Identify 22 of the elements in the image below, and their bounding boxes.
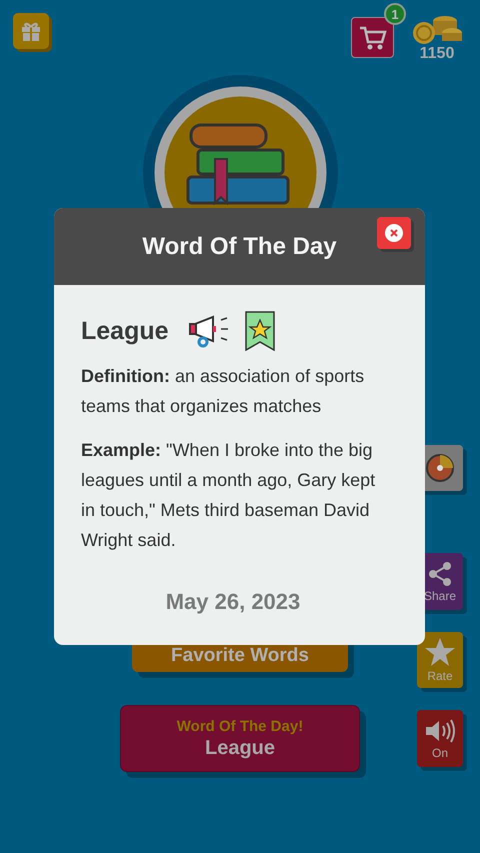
word-of-the-day-title: Word Of The Day! [176,718,304,734]
sound-button[interactable]: On [417,710,463,767]
word-title: League [81,316,169,346]
coins-icon [412,13,462,47]
cart-icon [358,24,386,50]
cart-badge: 1 [384,3,406,25]
megaphone-icon[interactable] [188,314,231,348]
close-button[interactable] [377,217,411,249]
word-of-the-day-word: League [204,736,276,760]
gift-icon [20,20,42,42]
close-icon [385,224,403,242]
coin-count: 1150 [420,45,454,63]
date-text: May 26, 2023 [164,589,302,615]
wheel-icon [425,453,455,483]
share-icon [428,560,452,586]
bookmark-star-icon[interactable] [244,311,275,351]
example-text: Example: "When I broke into the big leagues until a month ago, Gary kept in touch," Mets third baseman David Wright said. [81,439,376,552]
star-icon [424,637,456,667]
cart-button[interactable] [351,17,394,58]
dialog-title: Word Of The Day [142,232,337,260]
definition-text: Definition: an association of sports teams that organizes matches [81,365,366,418]
speaker-icon [424,718,456,744]
